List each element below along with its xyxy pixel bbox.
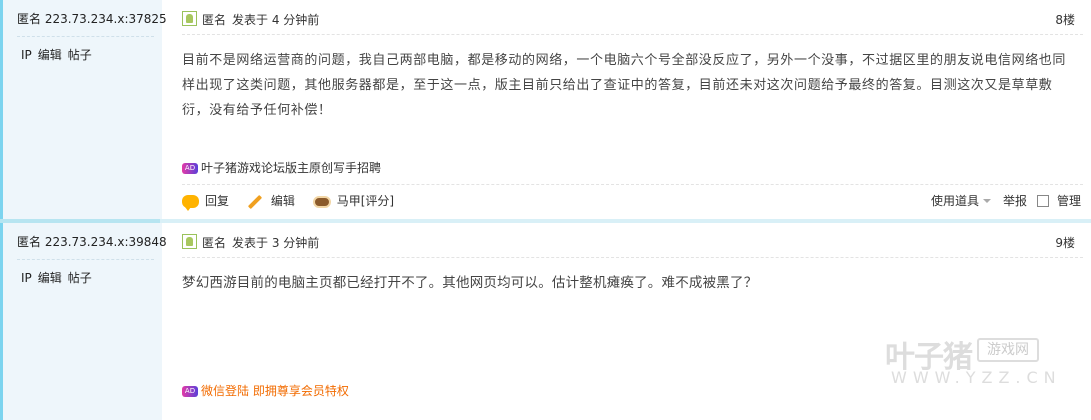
floor-number[interactable]: 9楼 [1055,234,1075,251]
post-content: 目前不是网络运营商的问题，我自己两部电脑，都是移动的网络，一个电脑六个号全部没反… [182,53,1067,118]
chevron-down-icon[interactable] [982,198,991,203]
divider [17,259,154,260]
report-button[interactable]: 举报 [1003,194,1027,208]
site-watermark: 叶子猪 游戏网 WWW.YZZ.CN [885,332,1056,388]
post-body: 匿名 发表于 3 分钟前 9楼 梦幻西游目前的电脑主页都已经打开不了。其他网页均… [162,223,1091,420]
divider [17,36,154,37]
post-floor-9: 匿名 223.73.234.x:39848 IP 编辑 帖子 匿名 发表于 3 分钟… [0,223,1091,420]
ad-link[interactable]: AD 叶子猪游戏论坛版主原创写手招聘 [182,159,381,176]
post-floor-8: 匿名 223.73.234.x:37825 IP 编辑 帖子 匿名 发表于 4 分钟… [0,0,1091,220]
watermark-site: 游戏网 [977,338,1039,362]
post-time: 发表于 4 分钟前 [232,13,320,27]
edit-link[interactable]: 编辑 [38,48,62,62]
author-name[interactable]: 匿名 223.73.234.x:39848 [17,233,167,250]
edit-link[interactable]: 编辑 [38,271,62,285]
reply-button[interactable]: 回复 [182,192,230,211]
ad-badge-icon: AD [182,386,198,397]
post-body: 匿名 发表于 4 分钟前 8楼 目前不是网络运营商的问题，我自己两部电脑，都是移… [162,0,1091,220]
manage-label: 管理 [1056,194,1081,208]
author-sidebar: 匿名 223.73.234.x:39848 IP 编辑 帖子 [0,223,167,420]
ad-text[interactable]: 叶子猪游戏论坛版主原创写手招聘 [201,161,381,175]
post-author[interactable]: 匿名 [202,234,226,251]
ip-link[interactable]: IP [21,271,32,285]
divider [182,257,1083,258]
avatar-icon [182,234,197,249]
post-tools: 使用道具 举报 管理 [931,192,1081,209]
reply-bubble-icon [182,195,199,211]
author-links: IP 编辑 帖子 [21,46,98,63]
post-header: 匿名 发表于 3 分钟前 9楼 [182,233,1075,253]
ad-badge-icon: AD [182,163,198,174]
ip-link[interactable]: IP [21,48,32,62]
post-author[interactable]: 匿名 [202,11,226,28]
post-header: 匿名 发表于 4 分钟前 8楼 [182,10,1075,30]
edit-button[interactable]: 编辑 [247,192,295,209]
reply-label: 回复 [205,194,230,208]
pencil-icon [247,194,262,209]
divider [182,34,1083,35]
post-time: 发表于 3 分钟前 [232,236,320,250]
use-props-menu[interactable]: 使用道具 [931,194,979,208]
divider [182,184,1083,185]
author-links: IP 编辑 帖子 [21,269,98,286]
rate-label: 马甲[评分] [336,194,395,208]
author-name[interactable]: 匿名 223.73.234.x:37825 [17,10,167,27]
watermark-url: WWW.YZZ.CN [891,368,1062,387]
author-sidebar: 匿名 223.73.234.x:37825 IP 编辑 帖子 [0,0,167,220]
post-actions: 回复 编辑 马甲[评分] [182,192,408,212]
coffee-cup-icon [312,195,331,208]
avatar-icon [182,11,197,26]
ad-text[interactable]: 微信登陆 即拥尊享会员特权 [201,384,349,398]
post-content: 梦幻西游目前的电脑主页都已经打开不了。其他网页均可以。估计整机瘫痪了。难不成被黑… [182,275,758,291]
floor-number[interactable]: 8楼 [1055,11,1075,28]
rate-button[interactable]: 马甲[评分] [312,192,395,209]
ad-link[interactable]: AD 微信登陆 即拥尊享会员特权 [182,382,349,399]
posts-link[interactable]: 帖子 [68,48,92,62]
posts-link[interactable]: 帖子 [68,271,92,285]
edit-label: 编辑 [270,194,295,208]
manage-checkbox[interactable] [1036,194,1049,207]
